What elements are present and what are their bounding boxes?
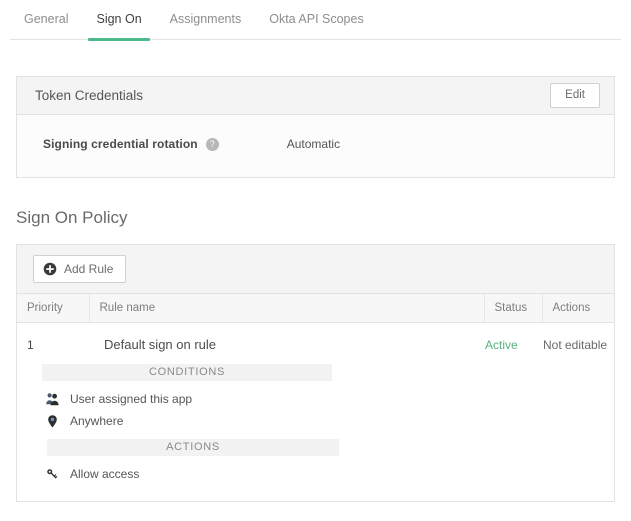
- column-header-status: Status: [484, 294, 543, 323]
- location-pin-icon: [44, 413, 60, 429]
- users-icon: [44, 391, 60, 407]
- column-header-rule-name: Rule name: [89, 294, 485, 323]
- status-badge: Active: [485, 337, 518, 352]
- actions-band: ACTIONS: [47, 439, 339, 456]
- cell-priority: 1: [27, 337, 34, 352]
- cell-rule-name: Default sign on rule: [104, 337, 217, 352]
- add-rule-label: Add Rule: [64, 262, 114, 276]
- sign-on-policy-heading: Sign On Policy: [16, 208, 128, 227]
- panel-title: Token Credentials: [35, 88, 144, 103]
- add-rule-button[interactable]: Add Rule: [33, 255, 127, 283]
- key-icon: [44, 466, 60, 482]
- action-label: Allow access: [70, 467, 140, 481]
- tab-bar: General Sign On Assignments Okta API Sco…: [10, 0, 621, 41]
- plus-circle-icon: [43, 262, 57, 276]
- token-credentials-panel: Token Credentials Edit Signing credentia…: [16, 76, 615, 178]
- tab-okta-api-scopes[interactable]: Okta API Scopes: [255, 12, 378, 40]
- policy-table: Priority Rule name Status Actions 1 Defa…: [17, 294, 614, 364]
- signing-credential-rotation-value: Automatic: [286, 137, 341, 151]
- edit-button[interactable]: Edit: [550, 83, 600, 108]
- tab-assignments[interactable]: Assignments: [156, 12, 256, 40]
- condition-label: User assigned this app: [70, 392, 193, 406]
- condition-label: Anywhere: [70, 414, 124, 428]
- signing-credential-rotation-row: Signing credential rotation ? Automatic: [17, 137, 614, 151]
- cell-actions: Not editable: [543, 337, 608, 352]
- policy-toolbar: Add Rule: [17, 245, 614, 294]
- sign-on-policy-panel: Add Rule Priority Rule name Status Actio…: [16, 244, 615, 502]
- token-credentials-body: Signing credential rotation ? Automatic: [17, 115, 614, 177]
- action-allow-access: Allow access: [17, 463, 614, 485]
- condition-user-assigned: User assigned this app: [17, 388, 614, 410]
- tab-sign-on[interactable]: Sign On: [82, 12, 155, 41]
- signing-credential-rotation-label: Signing credential rotation: [43, 137, 198, 151]
- condition-anywhere: Anywhere: [17, 410, 614, 432]
- column-header-actions: Actions: [542, 294, 614, 323]
- help-icon[interactable]: ?: [205, 137, 219, 151]
- tab-general[interactable]: General: [10, 12, 82, 40]
- rule-detail-area: CONDITIONS User assigned this app Anywhe…: [17, 364, 614, 501]
- token-credentials-header: Token Credentials Edit: [17, 77, 614, 115]
- policy-table-header-row: Priority Rule name Status Actions: [17, 294, 614, 323]
- conditions-band: CONDITIONS: [42, 364, 332, 381]
- column-header-priority: Priority: [17, 294, 90, 323]
- table-row[interactable]: 1 Default sign on rule Active Not editab…: [17, 323, 614, 365]
